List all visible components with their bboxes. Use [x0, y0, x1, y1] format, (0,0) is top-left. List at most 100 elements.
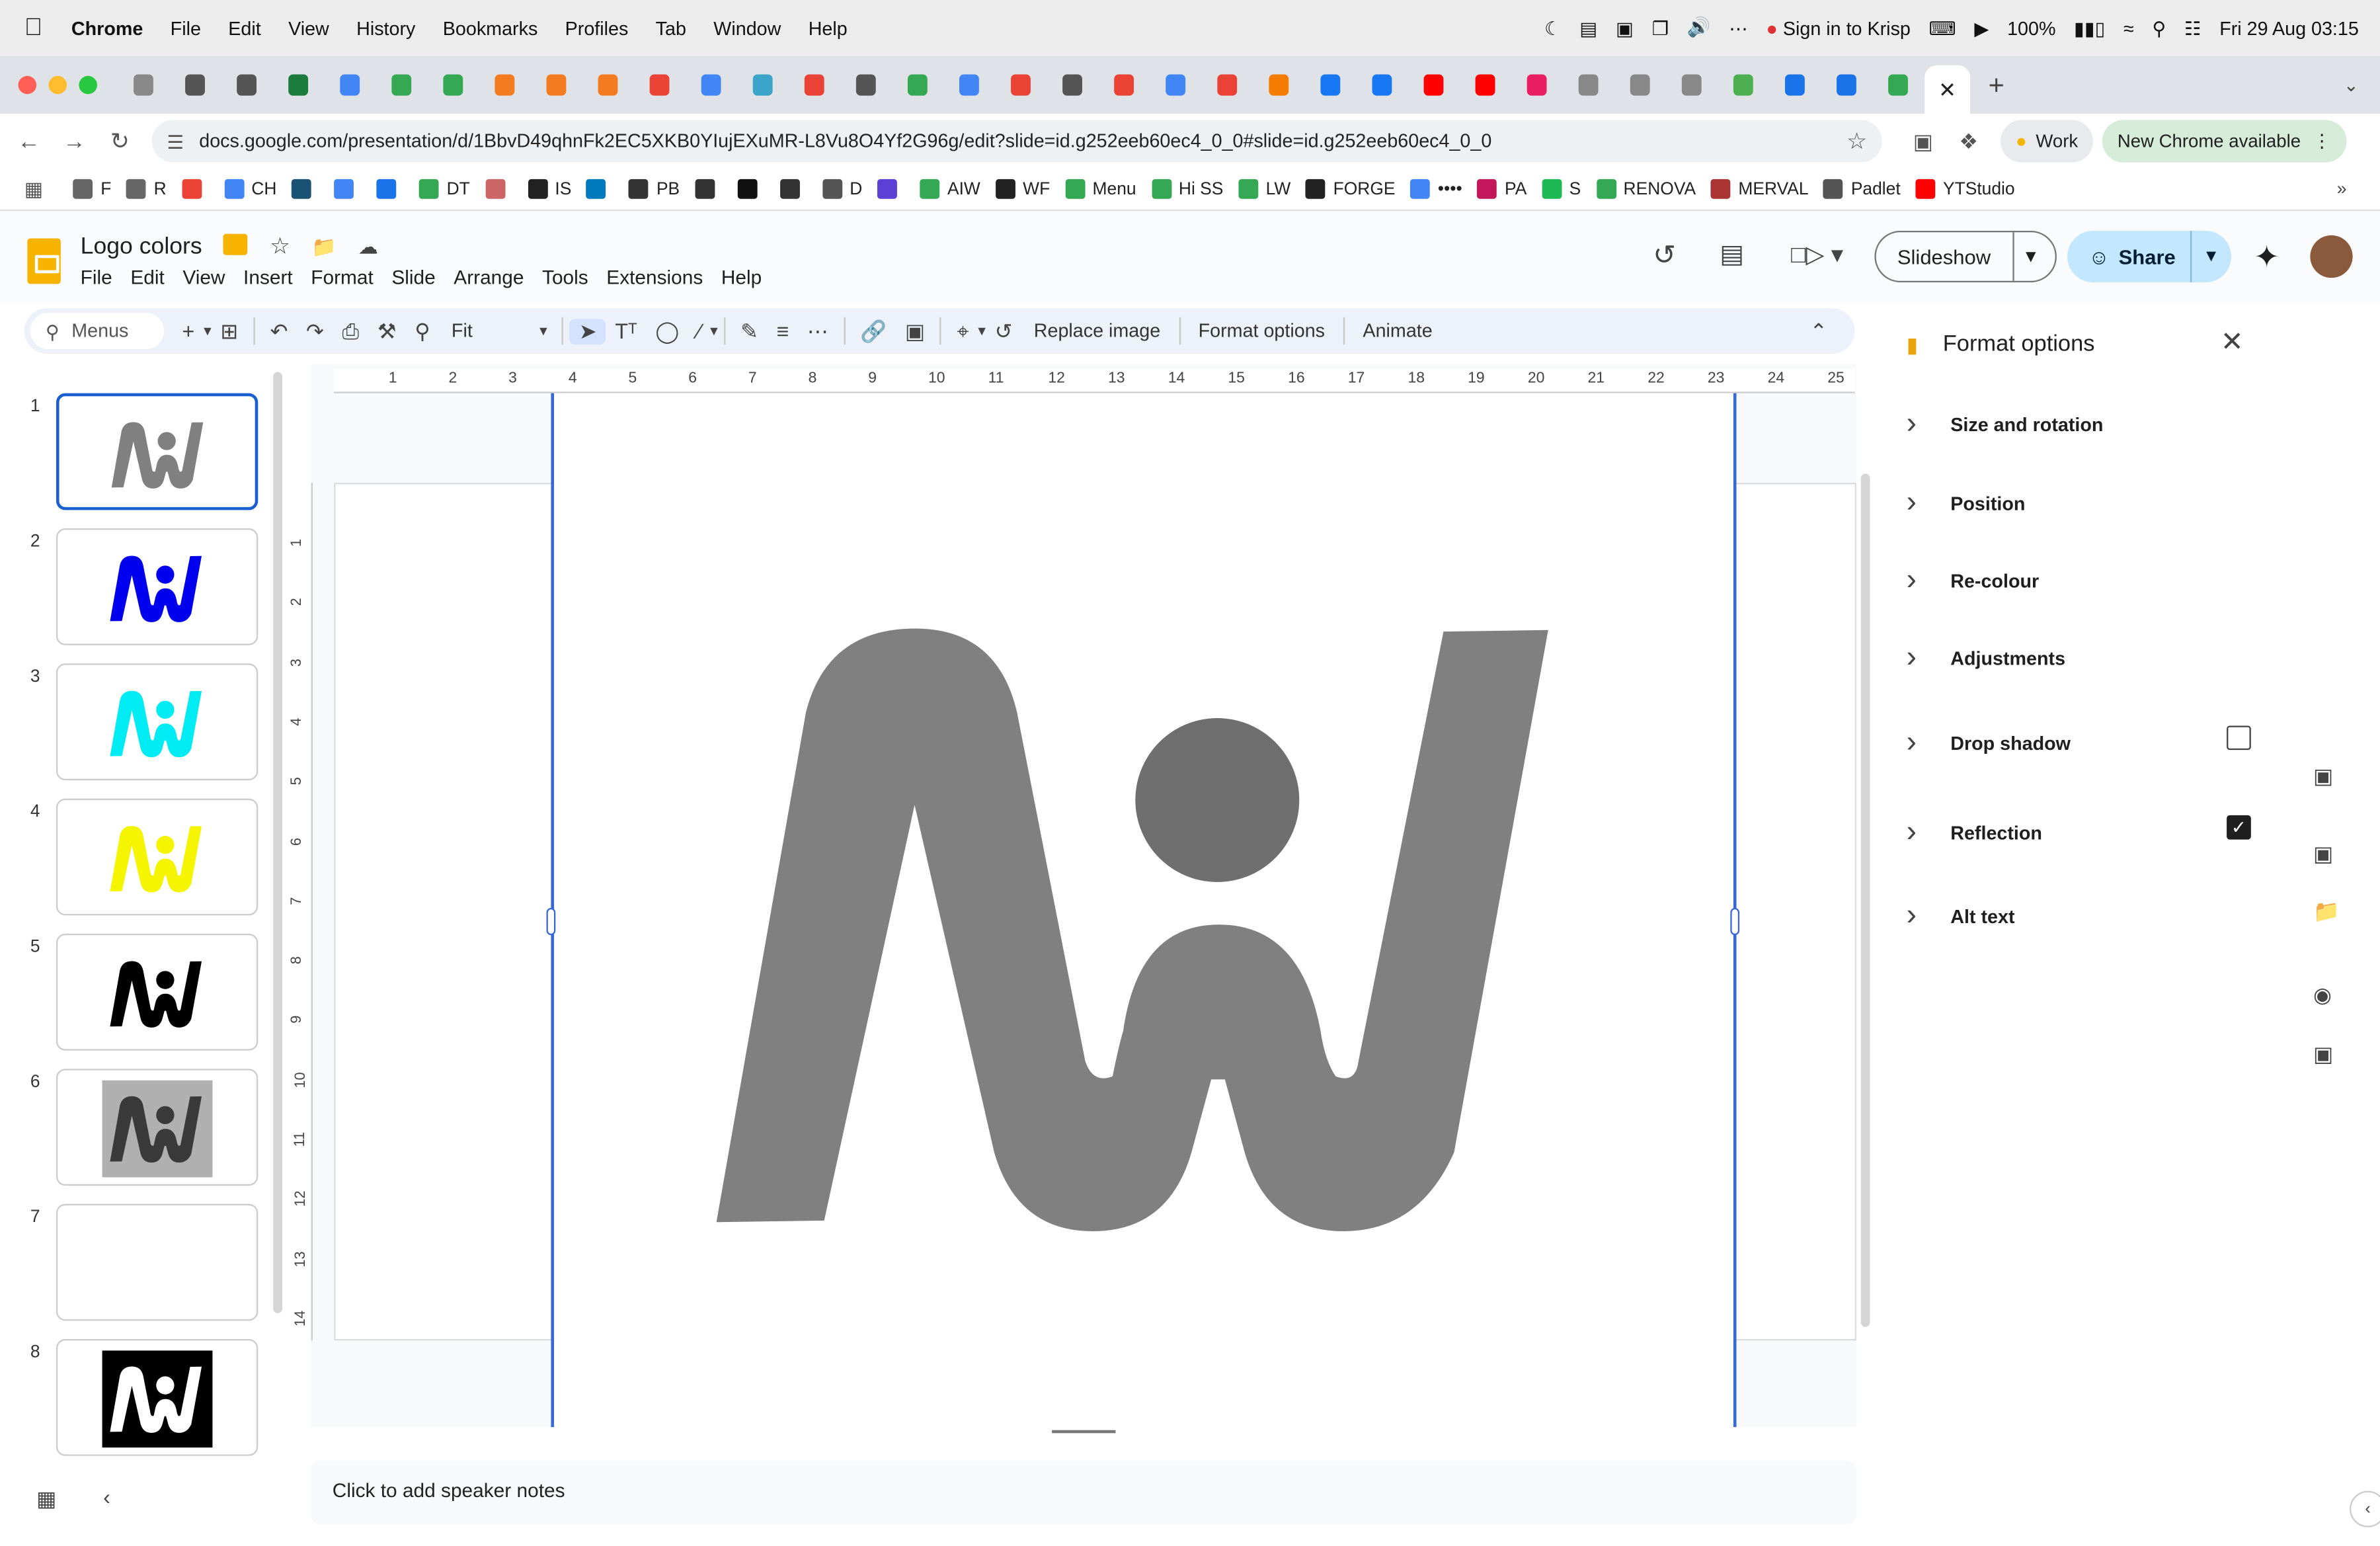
krisp-status[interactable]: ● Sign in to Krisp — [1757, 17, 1920, 38]
slide-thumbnail[interactable] — [56, 1203, 258, 1321]
star-icon[interactable]: ☆ — [270, 234, 290, 260]
gemini-icon[interactable]: ✦ — [2254, 238, 2279, 276]
chevron-right-icon[interactable]: › — [1907, 899, 1937, 934]
format-section-checkbox[interactable] — [2227, 725, 2251, 751]
format-section-drop-shadow[interactable]: › Drop shadow — [1907, 725, 2071, 760]
close-window-button[interactable] — [18, 75, 37, 95]
reset-image-icon[interactable]: ↺ — [986, 318, 1021, 344]
bookmark-item[interactable]: PA — [1477, 179, 1527, 199]
bookmark-item[interactable]: Hi SS — [1151, 179, 1223, 199]
paint-format-icon[interactable]: ⚒ — [368, 318, 405, 344]
menu-help[interactable]: Help — [721, 266, 762, 288]
bookmark-item[interactable]: CH — [223, 179, 276, 199]
grid-view-icon[interactable]: ▦ — [36, 1486, 56, 1512]
browser-tab[interactable] — [237, 74, 257, 96]
browser-tab[interactable] — [701, 74, 721, 96]
browser-tab[interactable] — [340, 74, 360, 96]
chevron-right-icon[interactable]: › — [1907, 486, 1937, 521]
undo-icon[interactable]: ↶ — [261, 318, 297, 344]
omnibox[interactable]: ☰ docs.google.com/presentation/d/1BbvD49… — [151, 120, 1882, 163]
menubar-profiles[interactable]: Profiles — [551, 17, 642, 38]
format-section-label[interactable]: Position — [1950, 493, 2025, 514]
browser-tab[interactable] — [1062, 74, 1082, 96]
slide-thumbnail[interactable] — [56, 1338, 258, 1456]
bookmark-item[interactable]: DT — [419, 179, 470, 199]
collapse-toolbar-chevron-icon[interactable]: ⌃ — [1801, 318, 1837, 344]
menu-arrange[interactable]: Arrange — [454, 266, 524, 288]
drive-folder-icon[interactable]: 📁 — [2313, 899, 2340, 924]
browser-tab[interactable] — [598, 74, 618, 96]
format-section-label[interactable]: Re-colour — [1950, 570, 2039, 591]
menubar-app-name[interactable]: Chrome — [58, 17, 157, 38]
kebab-menu-icon[interactable]: ⋮ — [2313, 130, 2331, 151]
menus-search[interactable]: ⚲ Menus — [30, 312, 164, 350]
format-options-button[interactable]: Format options — [1186, 320, 1337, 341]
canvas-scrollbar[interactable] — [1860, 473, 1870, 1327]
browser-tab[interactable] — [1630, 74, 1650, 96]
browser-tab[interactable] — [804, 74, 824, 96]
menu-view[interactable]: View — [182, 266, 225, 288]
battery-icon[interactable]: ▮▮▯ — [2065, 17, 2114, 40]
meet-camera-icon[interactable]: □▷ ▾ — [1791, 240, 1843, 270]
line-icon[interactable]: ∕ — [688, 319, 710, 343]
move-folder-icon[interactable]: 📁 — [312, 235, 337, 258]
browser-tab[interactable] — [1475, 74, 1495, 96]
play-icon[interactable]: ▶ — [1965, 17, 1999, 40]
menubar-bookmarks[interactable]: Bookmarks — [429, 17, 551, 38]
browser-tab[interactable] — [288, 74, 309, 96]
browser-tab[interactable] — [752, 74, 773, 96]
browser-tab[interactable] — [959, 74, 979, 96]
browser-tab[interactable] — [649, 74, 670, 96]
windows-icon[interactable]: ❐ — [1643, 17, 1678, 40]
slides-logo-icon[interactable] — [27, 238, 61, 284]
wifi-icon[interactable]: ≈ — [2114, 17, 2143, 38]
zoom-window-button[interactable] — [79, 75, 97, 95]
volume-icon[interactable]: 🔊 — [1678, 17, 1720, 39]
spotlight-icon[interactable]: ⚲ — [2143, 17, 2176, 40]
bookmark-item[interactable] — [181, 179, 209, 199]
chevron-right-icon[interactable]: › — [1907, 641, 1937, 676]
bookmark-item[interactable]: AIW — [920, 179, 980, 199]
back-icon[interactable]: ← — [6, 128, 52, 154]
browser-tab[interactable] — [1578, 74, 1599, 96]
replace-image-button[interactable]: Replace image — [1021, 320, 1172, 341]
bookmark-item[interactable] — [485, 179, 512, 199]
cloud-status-icon[interactable]: ☁ — [358, 235, 378, 258]
format-section-label[interactable]: Drop shadow — [1950, 733, 2071, 754]
profile-chip[interactable]: ● Work — [2000, 120, 2094, 163]
browser-tab[interactable] — [1166, 74, 1186, 96]
comments-icon[interactable]: ▤ — [1720, 240, 1744, 270]
browser-tab[interactable] — [1733, 74, 1753, 96]
menu-slide[interactable]: Slide — [391, 266, 435, 288]
browser-tab[interactable] — [1423, 74, 1444, 96]
bookmark-item[interactable]: FORGE — [1306, 179, 1396, 199]
forward-icon[interactable]: → — [52, 128, 97, 154]
collapse-filmstrip-chevron-icon[interactable]: ‹ — [103, 1485, 110, 1509]
control-center-icon[interactable]: ☷ — [2175, 17, 2210, 40]
slide-thumbnail[interactable] — [56, 1069, 258, 1186]
version-history-icon[interactable]: ↺ — [1653, 240, 1676, 272]
bookmark-item[interactable]: IS — [528, 179, 571, 199]
format-section-re-colour[interactable]: › Re-colour — [1907, 563, 2040, 598]
browser-tab[interactable] — [1372, 74, 1392, 96]
reload-icon[interactable]: ↻ — [97, 128, 143, 155]
browser-tab[interactable] — [1527, 74, 1547, 96]
chevron-right-icon[interactable]: › — [1907, 407, 1937, 442]
bookmark-item[interactable] — [334, 179, 362, 199]
url-text[interactable]: docs.google.com/presentation/d/1BbvD49qh… — [199, 130, 1491, 151]
bookmark-item[interactable] — [292, 179, 319, 199]
animate-button[interactable]: Animate — [1351, 320, 1445, 341]
browser-tab[interactable] — [391, 74, 412, 96]
format-section-alt-text[interactable]: › Alt text — [1907, 899, 2015, 934]
browser-tab[interactable] — [1888, 74, 1908, 96]
speaker-notes-placeholder[interactable]: Click to add speaker notes — [333, 1479, 565, 1501]
bookmark-item[interactable] — [877, 179, 904, 199]
browser-tab[interactable] — [1114, 74, 1134, 96]
slide-thumbnail[interactable] — [56, 798, 258, 916]
slide-thumbnail[interactable] — [56, 528, 258, 645]
bookmark-item[interactable] — [779, 179, 807, 199]
avatar[interactable] — [2310, 235, 2353, 278]
share-button[interactable]: ☺ Share ▼ — [2067, 230, 2231, 283]
browser-tab[interactable] — [1011, 74, 1031, 96]
format-section-size-and-rotation[interactable]: › Size and rotation — [1907, 407, 2104, 442]
